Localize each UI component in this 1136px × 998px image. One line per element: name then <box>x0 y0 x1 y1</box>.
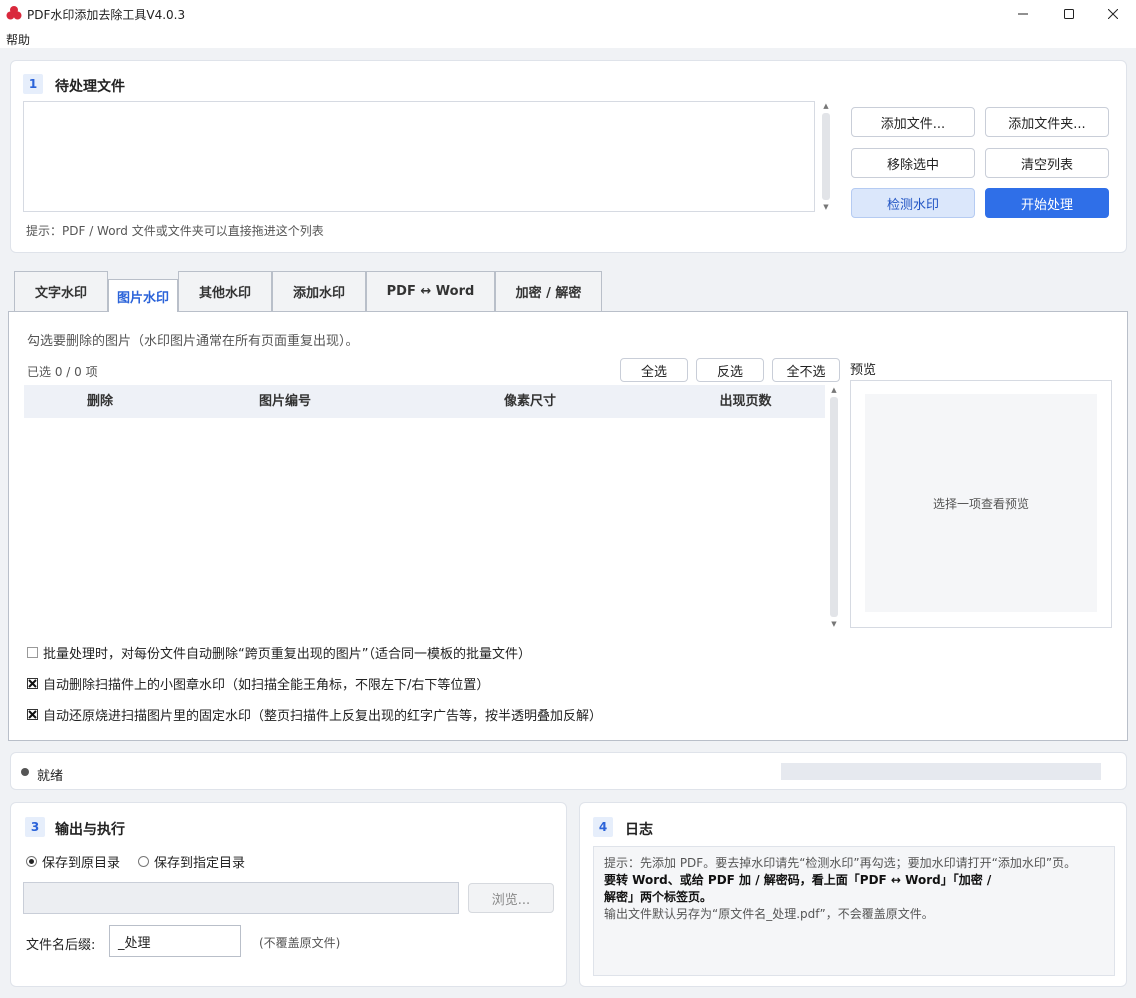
suffix-note: (不覆盖原文件) <box>259 936 341 950</box>
app-logo-icon <box>6 5 22 21</box>
section-title: 输出与执行 <box>55 822 125 838</box>
preview-placeholder: 选择一项查看预览 <box>865 394 1097 612</box>
column-pixel-size[interactable]: 像素尺寸 <box>394 385 666 418</box>
option-remove-small-stamp[interactable]: 自动删除扫描件上的小图章水印（如扫描全能王角标，不限左下/右下等位置） <box>27 674 489 693</box>
add-file-button[interactable]: 添加文件... <box>851 107 975 137</box>
log-line: 输出文件默认另存为“原文件名_处理.pdf”，不会覆盖原文件。 <box>604 907 934 921</box>
tab-add-watermark[interactable]: 添加水印 <box>272 271 366 311</box>
start-processing-button[interactable]: 开始处理 <box>985 188 1109 218</box>
checkbox-icon[interactable] <box>27 647 38 658</box>
drag-hint: 提示：PDF / Word 文件或文件夹可以直接拖进这个列表 <box>26 224 324 238</box>
radio-save-custom[interactable]: 保存到指定目录 <box>138 852 245 871</box>
tab-image-watermark[interactable]: 图片水印 <box>108 279 178 312</box>
browse-button[interactable]: 浏览... <box>468 883 554 913</box>
log-output[interactable]: 提示：先添加 PDF。要去掉水印请先“检测水印”再勾选；要加水印请打开“添加水印… <box>593 846 1115 976</box>
radio-label: 保存到原目录 <box>42 856 121 871</box>
title-bar: PDF水印添加去除工具V4.0.3 <box>0 0 1136 28</box>
select-none-button[interactable]: 全不选 <box>772 358 840 382</box>
radio-save-original[interactable]: 保存到原目录 <box>26 852 120 871</box>
detect-watermark-button[interactable]: 检测水印 <box>851 188 975 218</box>
checkbox-checked-icon[interactable] <box>27 709 38 720</box>
file-list[interactable] <box>23 101 815 212</box>
scroll-down-icon[interactable]: ▼ <box>819 202 833 212</box>
status-dot-icon <box>21 768 29 776</box>
tab-pdf-word[interactable]: PDF ↔ Word <box>366 271 495 311</box>
progress-bar <box>781 763 1101 780</box>
add-folder-button[interactable]: 添加文件夹... <box>985 107 1109 137</box>
remove-selected-button[interactable]: 移除选中 <box>851 148 975 178</box>
image-table-header: 删除 图片编号 像素尺寸 出现页数 <box>24 385 825 418</box>
panel-description: 勾选要删除的图片（水印图片通常在所有页面重复出现）。 <box>27 334 359 349</box>
preview-label: 预览 <box>850 363 877 378</box>
tab-other-watermark[interactable]: 其他水印 <box>178 271 272 311</box>
section-number-badge: 3 <box>25 817 45 837</box>
window-title: PDF水印添加去除工具V4.0.3 <box>27 8 186 22</box>
scroll-up-icon[interactable]: ▲ <box>819 101 833 111</box>
tab-text-watermark[interactable]: 文字水印 <box>14 271 108 311</box>
select-all-button[interactable]: 全选 <box>620 358 688 382</box>
log-line: 提示：先添加 PDF。要去掉水印请先“检测水印”再勾选；要加水印请打开“添加水印… <box>604 856 1077 870</box>
status-text: 就绪 <box>37 769 64 784</box>
output-dir-field[interactable] <box>23 882 459 914</box>
image-table-body[interactable] <box>24 418 825 628</box>
status-bar: 就绪 <box>10 752 1127 790</box>
column-delete[interactable]: 删除 <box>24 385 176 418</box>
menu-bar: 帮助 <box>0 28 1136 48</box>
output-card: 3 输出与执行 保存到原目录 保存到指定目录 浏览... 文件名后缀: _处理 … <box>10 802 567 987</box>
radio-icon[interactable] <box>138 856 149 867</box>
radio-label: 保存到指定目录 <box>154 856 246 871</box>
files-card: 1 待处理文件 ▲ ▼ 提示：PDF / Word 文件或文件夹可以直接拖进这个… <box>10 60 1127 253</box>
image-table-scrollbar[interactable]: ▲ ▼ <box>827 385 841 629</box>
section-title: 日志 <box>625 822 653 838</box>
option-restore-scanned-watermark[interactable]: 自动还原烧进扫描图片里的固定水印（整页扫描件上反复出现的红字广告等，按半透明叠加… <box>27 705 602 724</box>
scroll-up-icon[interactable]: ▲ <box>827 385 841 395</box>
suffix-label: 文件名后缀: <box>26 938 96 953</box>
option-label: 自动删除扫描件上的小图章水印（如扫描全能王角标，不限左下/右下等位置） <box>43 678 490 693</box>
section-title: 待处理文件 <box>55 79 125 95</box>
option-label: 自动还原烧进扫描图片里的固定水印（整页扫描件上反复出现的红字广告等，按半透明叠加… <box>43 709 603 724</box>
section-number-badge: 4 <box>593 817 613 837</box>
invert-selection-button[interactable]: 反选 <box>696 358 764 382</box>
tab-encrypt-decrypt[interactable]: 加密 / 解密 <box>495 271 602 311</box>
image-watermark-panel: 勾选要删除的图片（水印图片通常在所有页面重复出现）。 已选 0 / 0 项 全选… <box>8 311 1128 741</box>
selected-count: 已选 0 / 0 项 <box>27 365 98 379</box>
preview-frame: 选择一项查看预览 <box>850 380 1112 628</box>
minimize-button[interactable] <box>1000 0 1046 28</box>
log-line: 解密」两个标签页。 <box>604 890 713 904</box>
column-image-id[interactable]: 图片编号 <box>176 385 394 418</box>
maximize-button[interactable] <box>1046 0 1092 28</box>
log-card: 4 日志 提示：先添加 PDF。要去掉水印请先“检测水印”再勾选；要加水印请打开… <box>579 802 1127 987</box>
file-list-scrollbar[interactable]: ▲ ▼ <box>819 101 833 212</box>
menu-help[interactable]: 帮助 <box>6 31 30 48</box>
radio-selected-icon[interactable] <box>26 856 37 867</box>
log-line: 要转 Word、或给 PDF 加 / 解密码，看上面「PDF ↔ Word」「加… <box>604 873 992 887</box>
section-number-badge: 1 <box>23 74 43 94</box>
option-label: 批量处理时，对每份文件自动删除“跨页重复出现的图片”（适合同一模板的批量文件） <box>43 647 531 662</box>
close-button[interactable] <box>1090 0 1136 28</box>
suffix-input[interactable]: _处理 <box>109 925 241 957</box>
scroll-down-icon[interactable]: ▼ <box>827 619 841 629</box>
option-batch-cross-page[interactable]: 批量处理时，对每份文件自动删除“跨页重复出现的图片”（适合同一模板的批量文件） <box>27 643 531 662</box>
checkbox-checked-icon[interactable] <box>27 678 38 689</box>
column-page-count[interactable]: 出现页数 <box>666 385 825 418</box>
clear-list-button[interactable]: 清空列表 <box>985 148 1109 178</box>
